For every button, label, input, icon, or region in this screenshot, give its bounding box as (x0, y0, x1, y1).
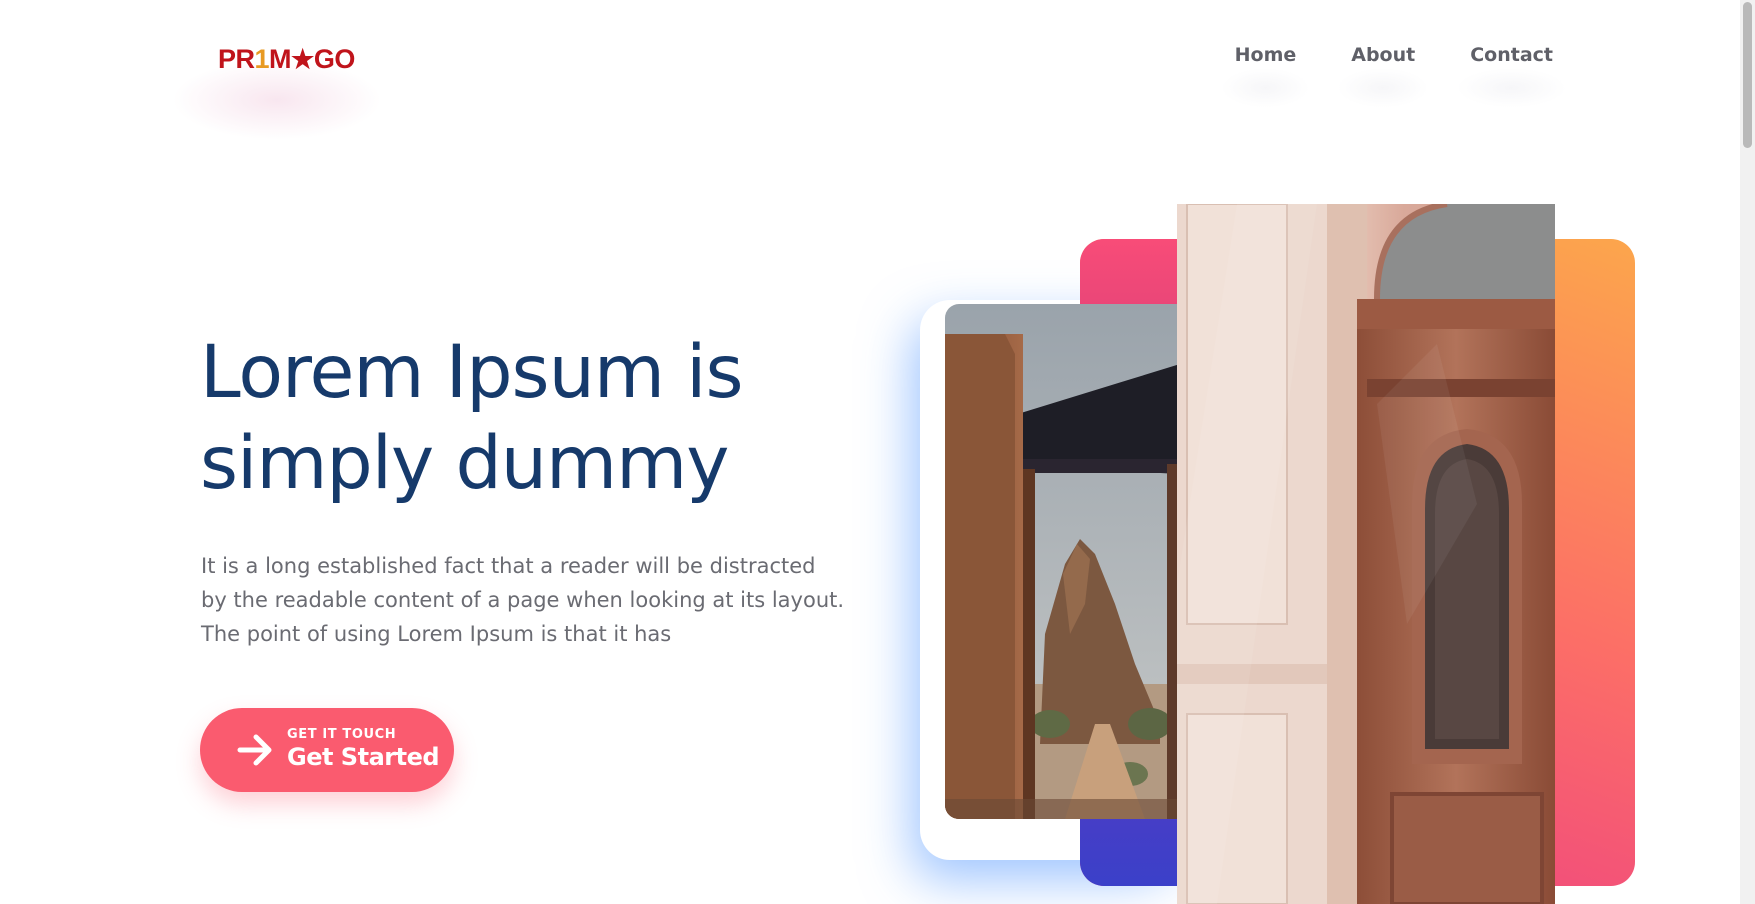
logo-text-m: M (269, 44, 292, 74)
get-started-button[interactable]: GET IT TOUCH Get Started (200, 708, 454, 792)
logo-text-one: 1 (254, 44, 270, 74)
desert-arch-photo (945, 304, 1180, 819)
hero-headline-line2: simply dummy (200, 421, 729, 506)
door-illustration (1177, 204, 1555, 904)
logo-star-icon: ★ (291, 44, 314, 74)
blue-glow (920, 300, 1180, 860)
gradient-card (1080, 239, 1635, 886)
logo-area[interactable]: PR1M★GO (172, 30, 382, 140)
hero-headline-line1: Lorem Ipsum is (200, 330, 743, 415)
hero-headline: Lorem Ipsum is simply dummy (200, 327, 820, 509)
door-photo (1177, 204, 1555, 904)
logo-text-go: GO (313, 44, 356, 74)
desert-arch-illustration (945, 304, 1180, 819)
arrow-right-icon (237, 734, 272, 766)
hero-description: It is a long established fact that a rea… (201, 549, 891, 651)
logo-text-pr: PR (218, 44, 255, 74)
hero-description-line1: It is a long established fact that a rea… (201, 554, 816, 578)
logo[interactable]: PR1M★GO (218, 44, 355, 75)
main-nav: Home About Contact (1220, 44, 1567, 108)
nav-contact[interactable]: Contact (1456, 44, 1567, 108)
hero-description-line2: by the readable content of a page when l… (201, 588, 845, 612)
page-scrollbar[interactable] (1740, 0, 1755, 904)
get-started-label: Get Started (287, 743, 440, 771)
nav-about[interactable]: About (1337, 44, 1430, 108)
nav-home[interactable]: Home (1220, 44, 1310, 108)
gradient-card-left-edge (1080, 239, 1200, 886)
get-started-eyebrow: GET IT TOUCH (287, 727, 397, 742)
scrollbar-thumb[interactable] (1743, 2, 1752, 148)
hero-description-line3: The point of using Lorem Ipsum is that i… (201, 622, 672, 646)
